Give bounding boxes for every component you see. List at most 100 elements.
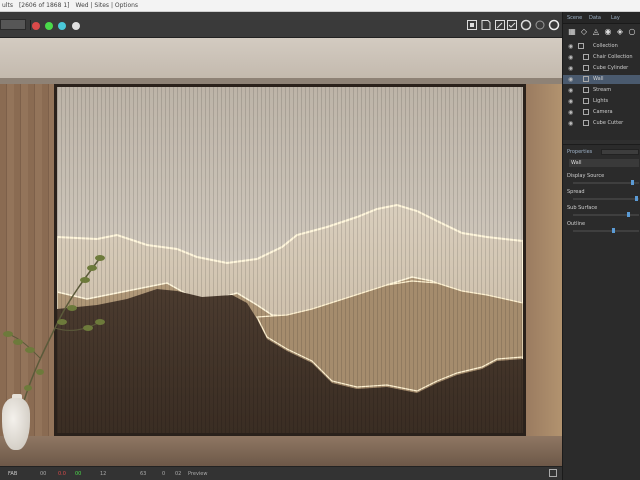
right-wood-wall — [526, 84, 562, 436]
link-icon[interactable]: ◇ — [579, 27, 589, 37]
white-status-dot[interactable] — [72, 22, 80, 30]
green-status-dot[interactable] — [45, 22, 53, 30]
property-row: Sub Surface — [567, 205, 640, 221]
slider-knob[interactable] — [626, 212, 630, 217]
eye-icon[interactable]: ◉ — [568, 87, 573, 94]
panel-tools: ▦ ◇ ◬ ◉ ◈ ○ — [563, 24, 640, 40]
status-item-7: 02 — [175, 471, 182, 477]
render-icon[interactable] — [480, 19, 492, 31]
object-name-field[interactable]: Wall — [569, 159, 639, 167]
world-icon[interactable]: ○ — [627, 27, 637, 37]
status-bar: FAB 00 0.0 00 12 63 0 02 Preview — [0, 466, 562, 480]
object-icon — [583, 54, 589, 60]
outliner-label: Stream — [593, 87, 612, 93]
collection-icon — [578, 43, 584, 49]
wall-panel-artwork — [57, 87, 523, 433]
cyan-status-dot[interactable] — [58, 22, 66, 30]
eye-icon[interactable]: ◉ — [568, 43, 573, 50]
status-item-8: Preview — [188, 471, 208, 477]
property-row: Spread — [567, 189, 640, 205]
title-segment-app: ults — [2, 1, 13, 9]
outliner-row[interactable]: ◉ Chair Collection — [563, 53, 640, 62]
scene-outliner: ◉ Collection ◉ Chair Collection ◉ Cube C… — [563, 40, 640, 140]
object-icon — [583, 87, 589, 93]
eye-icon[interactable]: ◉ — [568, 98, 573, 105]
eye-icon[interactable]: ◉ — [568, 65, 573, 72]
outliner-row[interactable]: ◉ Stream — [563, 86, 640, 95]
status-item-3: 00 — [75, 471, 82, 477]
title-segment-file: [2606 of 1868 1] — [18, 1, 70, 9]
frame-icon[interactable] — [466, 19, 478, 31]
material-icon[interactable]: ◈ — [615, 27, 625, 37]
object-icon — [583, 120, 589, 126]
title-bar: ults [2606 of 1868 1] Wed | Sites | Opti… — [0, 0, 640, 12]
property-row: Display Source — [567, 173, 640, 189]
camera-icon[interactable] — [506, 19, 518, 31]
property-slider[interactable] — [573, 198, 639, 200]
property-slider[interactable] — [573, 230, 639, 232]
status-item-4: 12 — [100, 471, 107, 477]
outliner-row-selected[interactable]: ◉ Wall — [563, 75, 640, 84]
edit-icon[interactable] — [494, 19, 506, 31]
circle-icon[interactable] — [520, 19, 532, 31]
eye-icon[interactable]: ◉ — [568, 120, 573, 127]
vertical-ribs — [57, 87, 523, 433]
properties-swatch[interactable] — [601, 149, 639, 155]
red-status-dot[interactable] — [32, 22, 40, 30]
property-row: Outline — [567, 221, 640, 237]
property-label: Sub Surface — [567, 205, 598, 211]
property-slider[interactable] — [573, 182, 639, 184]
object-icon — [583, 76, 589, 82]
object-icon — [583, 109, 589, 115]
outliner-label: Lights — [593, 98, 609, 104]
property-label: Spread — [567, 189, 585, 195]
white-vase — [2, 398, 30, 450]
eye-icon[interactable]: ◉ — [568, 109, 573, 116]
decorative-wall-panel — [54, 84, 526, 436]
render-viewport[interactable] — [0, 38, 562, 466]
title-segment-menu[interactable]: Wed | Sites | Options — [76, 0, 139, 12]
object-icon — [583, 98, 589, 104]
mesh-icon[interactable]: ◬ — [591, 27, 601, 37]
slider-knob[interactable] — [630, 180, 634, 185]
circle-outline-icon[interactable] — [534, 19, 546, 31]
tab-layers[interactable]: Lay — [611, 14, 620, 22]
eye-icon[interactable]: ◉ — [568, 76, 573, 83]
outliner-label: Wall — [593, 76, 604, 82]
eye-icon[interactable]: ◉ — [568, 54, 573, 61]
outliner-row[interactable]: ◉ Cube Cylinder — [563, 64, 640, 73]
outliner-label: Collection — [593, 43, 618, 49]
outliner-row[interactable]: ◉ Lights — [563, 97, 640, 106]
ring-icon[interactable] — [548, 19, 560, 31]
outliner-label: Cube Cutter — [593, 120, 624, 126]
ceiling — [0, 38, 562, 82]
properties-title: Properties — [567, 149, 593, 155]
tab-data[interactable]: Data — [589, 14, 601, 22]
outliner-label: Chair Collection — [593, 54, 633, 60]
app-window: ults [2606 of 1868 1] Wed | Sites | Opti… — [0, 0, 640, 480]
object-icon — [583, 65, 589, 71]
property-label: Display Source — [567, 173, 605, 179]
toolbar-separator — [30, 20, 31, 30]
slider-knob[interactable] — [612, 228, 616, 233]
outliner-label: Camera — [593, 109, 613, 115]
filter-icon[interactable]: ▦ — [567, 27, 577, 37]
tab-scene[interactable]: Scene — [567, 14, 582, 22]
panel-tabs: Scene Data Lay — [563, 12, 640, 24]
status-item-2: 0.0 — [58, 471, 66, 477]
toolbar-field[interactable] — [0, 19, 26, 30]
light-icon[interactable]: ◉ — [603, 27, 613, 37]
properties-panel: Properties Wall Display Source Spread Su… — [563, 144, 640, 480]
outliner-row[interactable]: ◉ Camera — [563, 108, 640, 117]
right-side-panel: Scene Data Lay ▦ ◇ ◬ ◉ ◈ ○ ◉ Collection … — [562, 12, 640, 480]
toolbar — [0, 12, 562, 38]
outliner-label: Cube Cylinder — [593, 65, 629, 71]
expand-icon[interactable] — [548, 468, 558, 478]
floor — [0, 436, 562, 466]
properties-header: Properties — [563, 147, 640, 157]
slider-knob[interactable] — [634, 196, 638, 201]
outliner-row[interactable]: ◉ Cube Cutter — [563, 119, 640, 128]
outliner-row[interactable]: ◉ Collection — [563, 42, 640, 51]
status-item-6: 0 — [162, 471, 166, 477]
status-item-0: FAB — [8, 471, 18, 477]
